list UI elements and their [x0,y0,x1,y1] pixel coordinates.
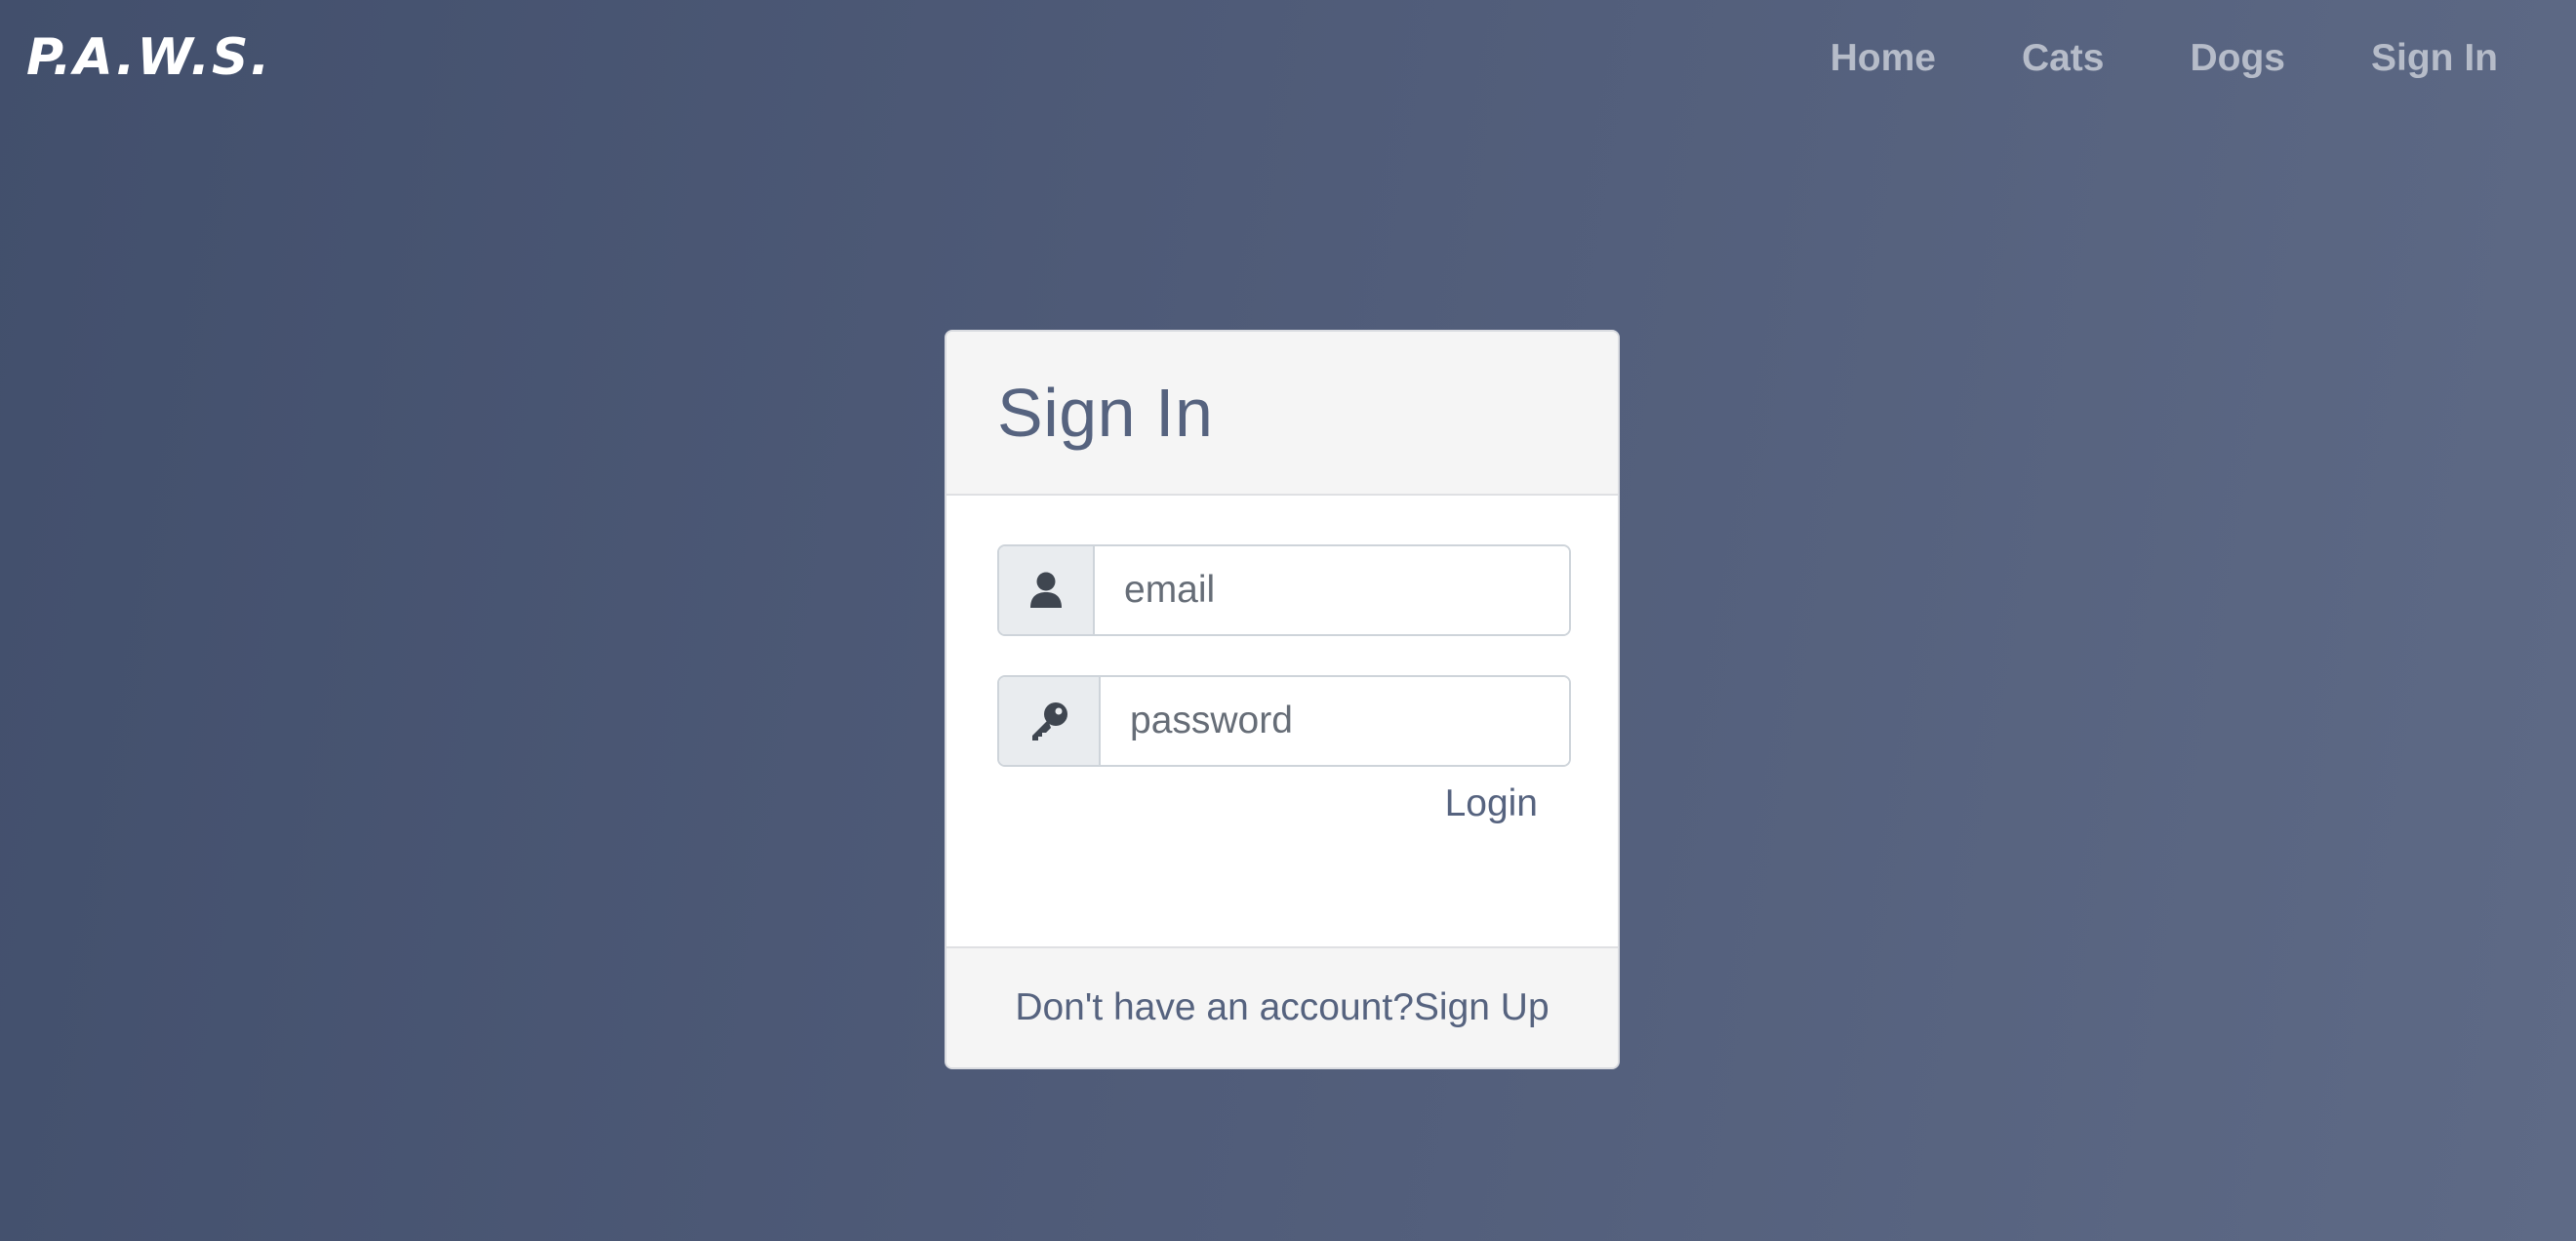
nav-cats[interactable]: Cats [1979,37,2148,80]
brand-logo[interactable]: P.A.W.S. [26,23,271,92]
email-input-group [997,544,1571,636]
card-footer: Don't have an account? Sign Up [946,946,1618,1067]
page-title: Sign In [997,375,1214,451]
password-field[interactable] [1101,677,1569,765]
top-nav: Home Cats Dogs Sign In [1788,27,2498,90]
sign-in-card: Sign In Login Don't hav [945,330,1620,1069]
card-header: Sign In [946,332,1618,496]
nav-dogs[interactable]: Dogs [2148,37,2329,80]
email-field[interactable] [1095,546,1569,634]
nav-home[interactable]: Home [1788,37,1979,80]
password-input-group [997,675,1571,767]
signup-link[interactable]: Sign Up [1414,986,1550,1029]
signup-prompt: Don't have an account? [1015,986,1414,1028]
login-button[interactable]: Login [1445,775,1538,833]
card-body: Login [946,496,1618,948]
user-icon [999,546,1095,634]
key-icon [999,677,1101,765]
nav-sign-in[interactable]: Sign In [2328,37,2498,80]
